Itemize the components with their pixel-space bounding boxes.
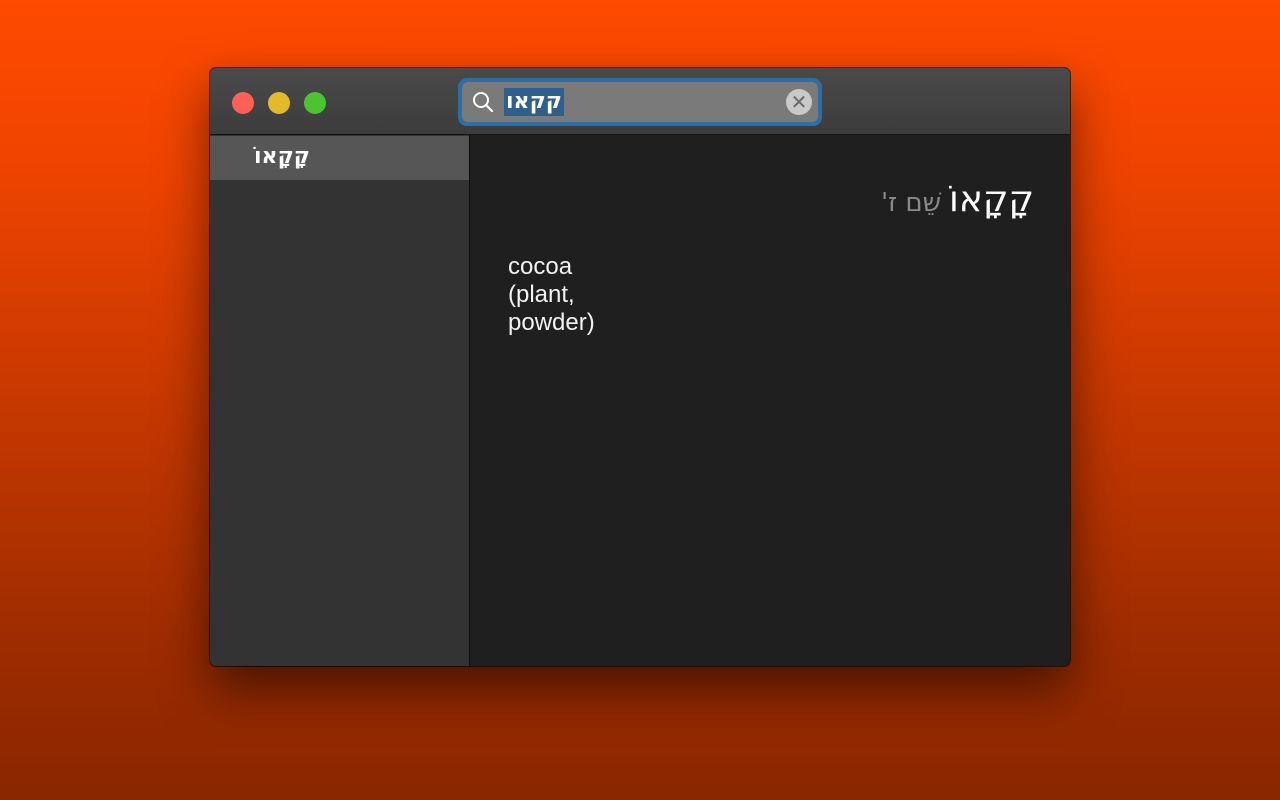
search-field[interactable]: קקאו ✕	[462, 82, 818, 122]
part-of-speech: שֵׁם ז'	[880, 188, 942, 218]
close-window-button[interactable]	[232, 92, 254, 114]
entry-header: קָקָאוֹשֵׁם ז'	[881, 179, 1034, 220]
entry-definition: cocoa (plant, powder)	[508, 253, 595, 336]
maximize-window-button[interactable]	[304, 92, 326, 114]
search-focus-ring: קקאו ✕	[458, 78, 822, 126]
search-icon	[473, 92, 494, 113]
sidebar-item-result[interactable]: קָקָאוֹ	[210, 136, 469, 180]
title-bar: קקאו ✕	[210, 68, 1070, 135]
search-input-value[interactable]: קקאו	[504, 88, 564, 116]
clear-search-icon[interactable]: ✕	[786, 89, 812, 115]
entry-content: קָקָאוֹשֵׁם ז' cocoa (plant, powder)	[470, 135, 1070, 666]
sidebar-item-label: קָקָאוֹ	[254, 144, 310, 169]
entry-headword: קָקָאוֹ	[949, 179, 1034, 220]
results-sidebar: קָקָאוֹ	[210, 135, 470, 666]
minimize-window-button[interactable]	[268, 92, 290, 114]
dictionary-window: קקאו ✕ קָקָאוֹ קָקָאוֹשֵׁם ז' cocoa (pla…	[210, 68, 1070, 666]
